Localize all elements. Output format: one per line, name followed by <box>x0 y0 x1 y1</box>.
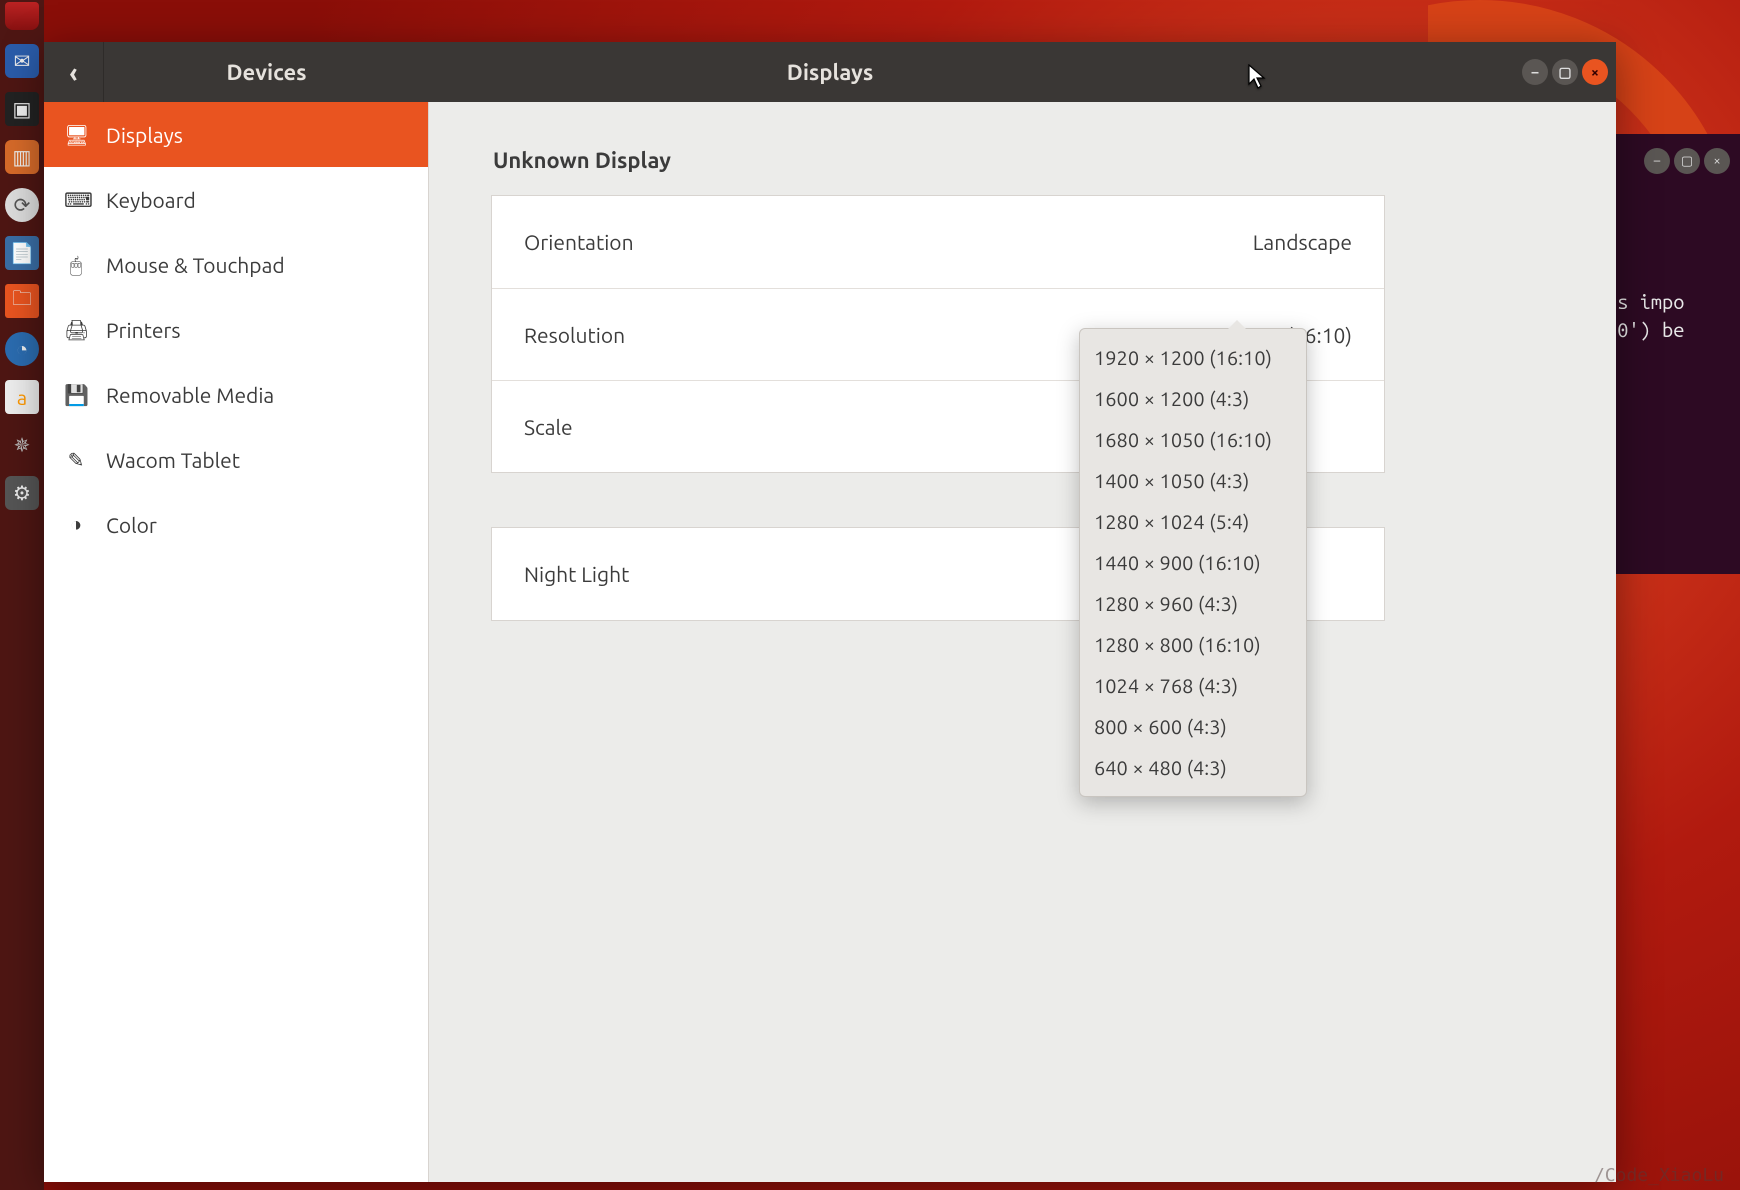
resolution-option[interactable]: 640 × 480 (4:3) <box>1080 747 1306 788</box>
sidebar-item-label: Color <box>106 513 157 537</box>
dock-app-thunderbird[interactable]: ✉ <box>5 44 39 78</box>
minimize-button[interactable]: – <box>1522 59 1548 85</box>
window-controls: – ▢ × <box>1522 42 1608 102</box>
sidebar-item-mouse-touchpad[interactable]: 🖱 Mouse & Touchpad <box>44 232 428 297</box>
dock-app-terminal[interactable]: ▣ <box>5 92 39 126</box>
resolution-option[interactable]: 1440 × 900 (16:10) <box>1080 542 1306 583</box>
sidebar-item-label: Removable Media <box>106 383 274 407</box>
dock-app-amazon[interactable]: a <box>5 380 39 414</box>
printers-icon: 🖨 <box>64 318 88 342</box>
sidebar-item-label: Wacom Tablet <box>106 448 240 472</box>
chevron-left-icon: ‹ <box>69 58 77 87</box>
resolution-option[interactable]: 1280 × 1024 (5:4) <box>1080 501 1306 542</box>
terminal-close-button[interactable]: × <box>1704 148 1730 174</box>
resolution-option[interactable]: 1920 × 1200 (16:10) <box>1080 337 1306 378</box>
dock-app-settings[interactable]: ⚙ <box>5 476 39 510</box>
sidebar-item-displays[interactable]: 🖥 Displays <box>44 102 428 167</box>
resolution-option[interactable]: 800 × 600 (4:3) <box>1080 706 1306 747</box>
resolution-dropdown-popover: 1920 × 1200 (16:10)1600 × 1200 (4:3)1680… <box>1079 328 1307 797</box>
dock-app-software[interactable]: ▥ <box>5 140 39 174</box>
sidebar-item-keyboard[interactable]: ⌨ Keyboard <box>44 167 428 232</box>
dock-trash[interactable] <box>5 2 39 30</box>
wacom-tablet-icon: ✎ <box>64 448 88 472</box>
sidebar-item-label: Mouse & Touchpad <box>106 253 285 277</box>
resolution-option[interactable]: 1280 × 960 (4:3) <box>1080 583 1306 624</box>
terminal-minimize-button[interactable]: – <box>1644 148 1670 174</box>
terminal-text-line: .0') be <box>1600 316 1740 344</box>
sidebar-item-wacom-tablet[interactable]: ✎ Wacom Tablet <box>44 427 428 492</box>
orientation-row[interactable]: Orientation Landscape <box>492 196 1384 288</box>
resolution-option[interactable]: 1400 × 1050 (4:3) <box>1080 460 1306 501</box>
displays-icon: 🖥 <box>64 123 88 147</box>
dock-app-updates[interactable]: ⟳ <box>5 188 39 222</box>
terminal-text-line: as impo <box>1600 288 1740 316</box>
sidebar-item-label: Printers <box>106 318 181 342</box>
back-button[interactable]: ‹ <box>44 42 104 102</box>
terminal-maximize-button[interactable]: ▢ <box>1674 148 1700 174</box>
orientation-label: Orientation <box>524 230 634 254</box>
orientation-value: Landscape <box>1253 230 1352 254</box>
sidebar-item-label: Keyboard <box>106 188 196 212</box>
dock-app-generic1[interactable]: ◔ <box>5 332 39 366</box>
sidebar-item-removable-media[interactable]: 💾 Removable Media <box>44 362 428 427</box>
maximize-button[interactable]: ▢ <box>1552 59 1578 85</box>
sidebar-item-label: Displays <box>106 123 183 147</box>
dock-app-tools[interactable]: ✵ <box>5 428 39 462</box>
window-title: Displays <box>429 60 1616 85</box>
dock: ✉ ▣ ▥ ⟳ 📄 🗀 ◔ a ✵ ⚙ <box>0 0 44 1190</box>
resolution-option[interactable]: 1280 × 800 (16:10) <box>1080 624 1306 665</box>
dock-app-files[interactable]: 🗀 <box>5 284 39 318</box>
resolution-option[interactable]: 1680 × 1050 (16:10) <box>1080 419 1306 460</box>
color-icon: ◑ <box>64 512 88 537</box>
sidebar: 🖥 Displays ⌨ Keyboard 🖱 Mouse & Touchpad 🖨 Prin… <box>44 102 429 1182</box>
terminal-window-controls: – ▢ × <box>1644 148 1730 174</box>
sidebar-item-color[interactable]: ◑ Color <box>44 492 428 557</box>
sidebar-item-printers[interactable]: 🖨 Printers <box>44 297 428 362</box>
settings-window: ‹ Devices Displays – ▢ × 🖥 Displays ⌨ Keybo… <box>44 42 1616 1182</box>
close-button[interactable]: × <box>1582 59 1608 85</box>
resolution-option[interactable]: 1024 × 768 (4:3) <box>1080 665 1306 706</box>
titlebar[interactable]: ‹ Devices Displays – ▢ × <box>44 42 1616 102</box>
mouse-touchpad-icon: 🖱 <box>64 253 88 277</box>
display-section-title: Unknown Display <box>493 148 1554 173</box>
night-light-label: Night Light <box>524 562 629 586</box>
background-terminal-window: as impo .0') be <box>1600 134 1740 574</box>
dock-app-writer[interactable]: 📄 <box>5 236 39 270</box>
content-area: Unknown Display Orientation Landscape Re… <box>429 102 1616 1182</box>
resolution-label: Resolution <box>524 323 625 347</box>
scale-label: Scale <box>524 415 573 439</box>
removable-media-icon: 💾 <box>64 383 88 407</box>
watermark-text: /Code_XiaoLu <box>1594 1165 1724 1186</box>
keyboard-icon: ⌨ <box>64 188 88 212</box>
titlebar-section-label: Devices <box>104 60 429 85</box>
resolution-option[interactable]: 1600 × 1200 (4:3) <box>1080 378 1306 419</box>
